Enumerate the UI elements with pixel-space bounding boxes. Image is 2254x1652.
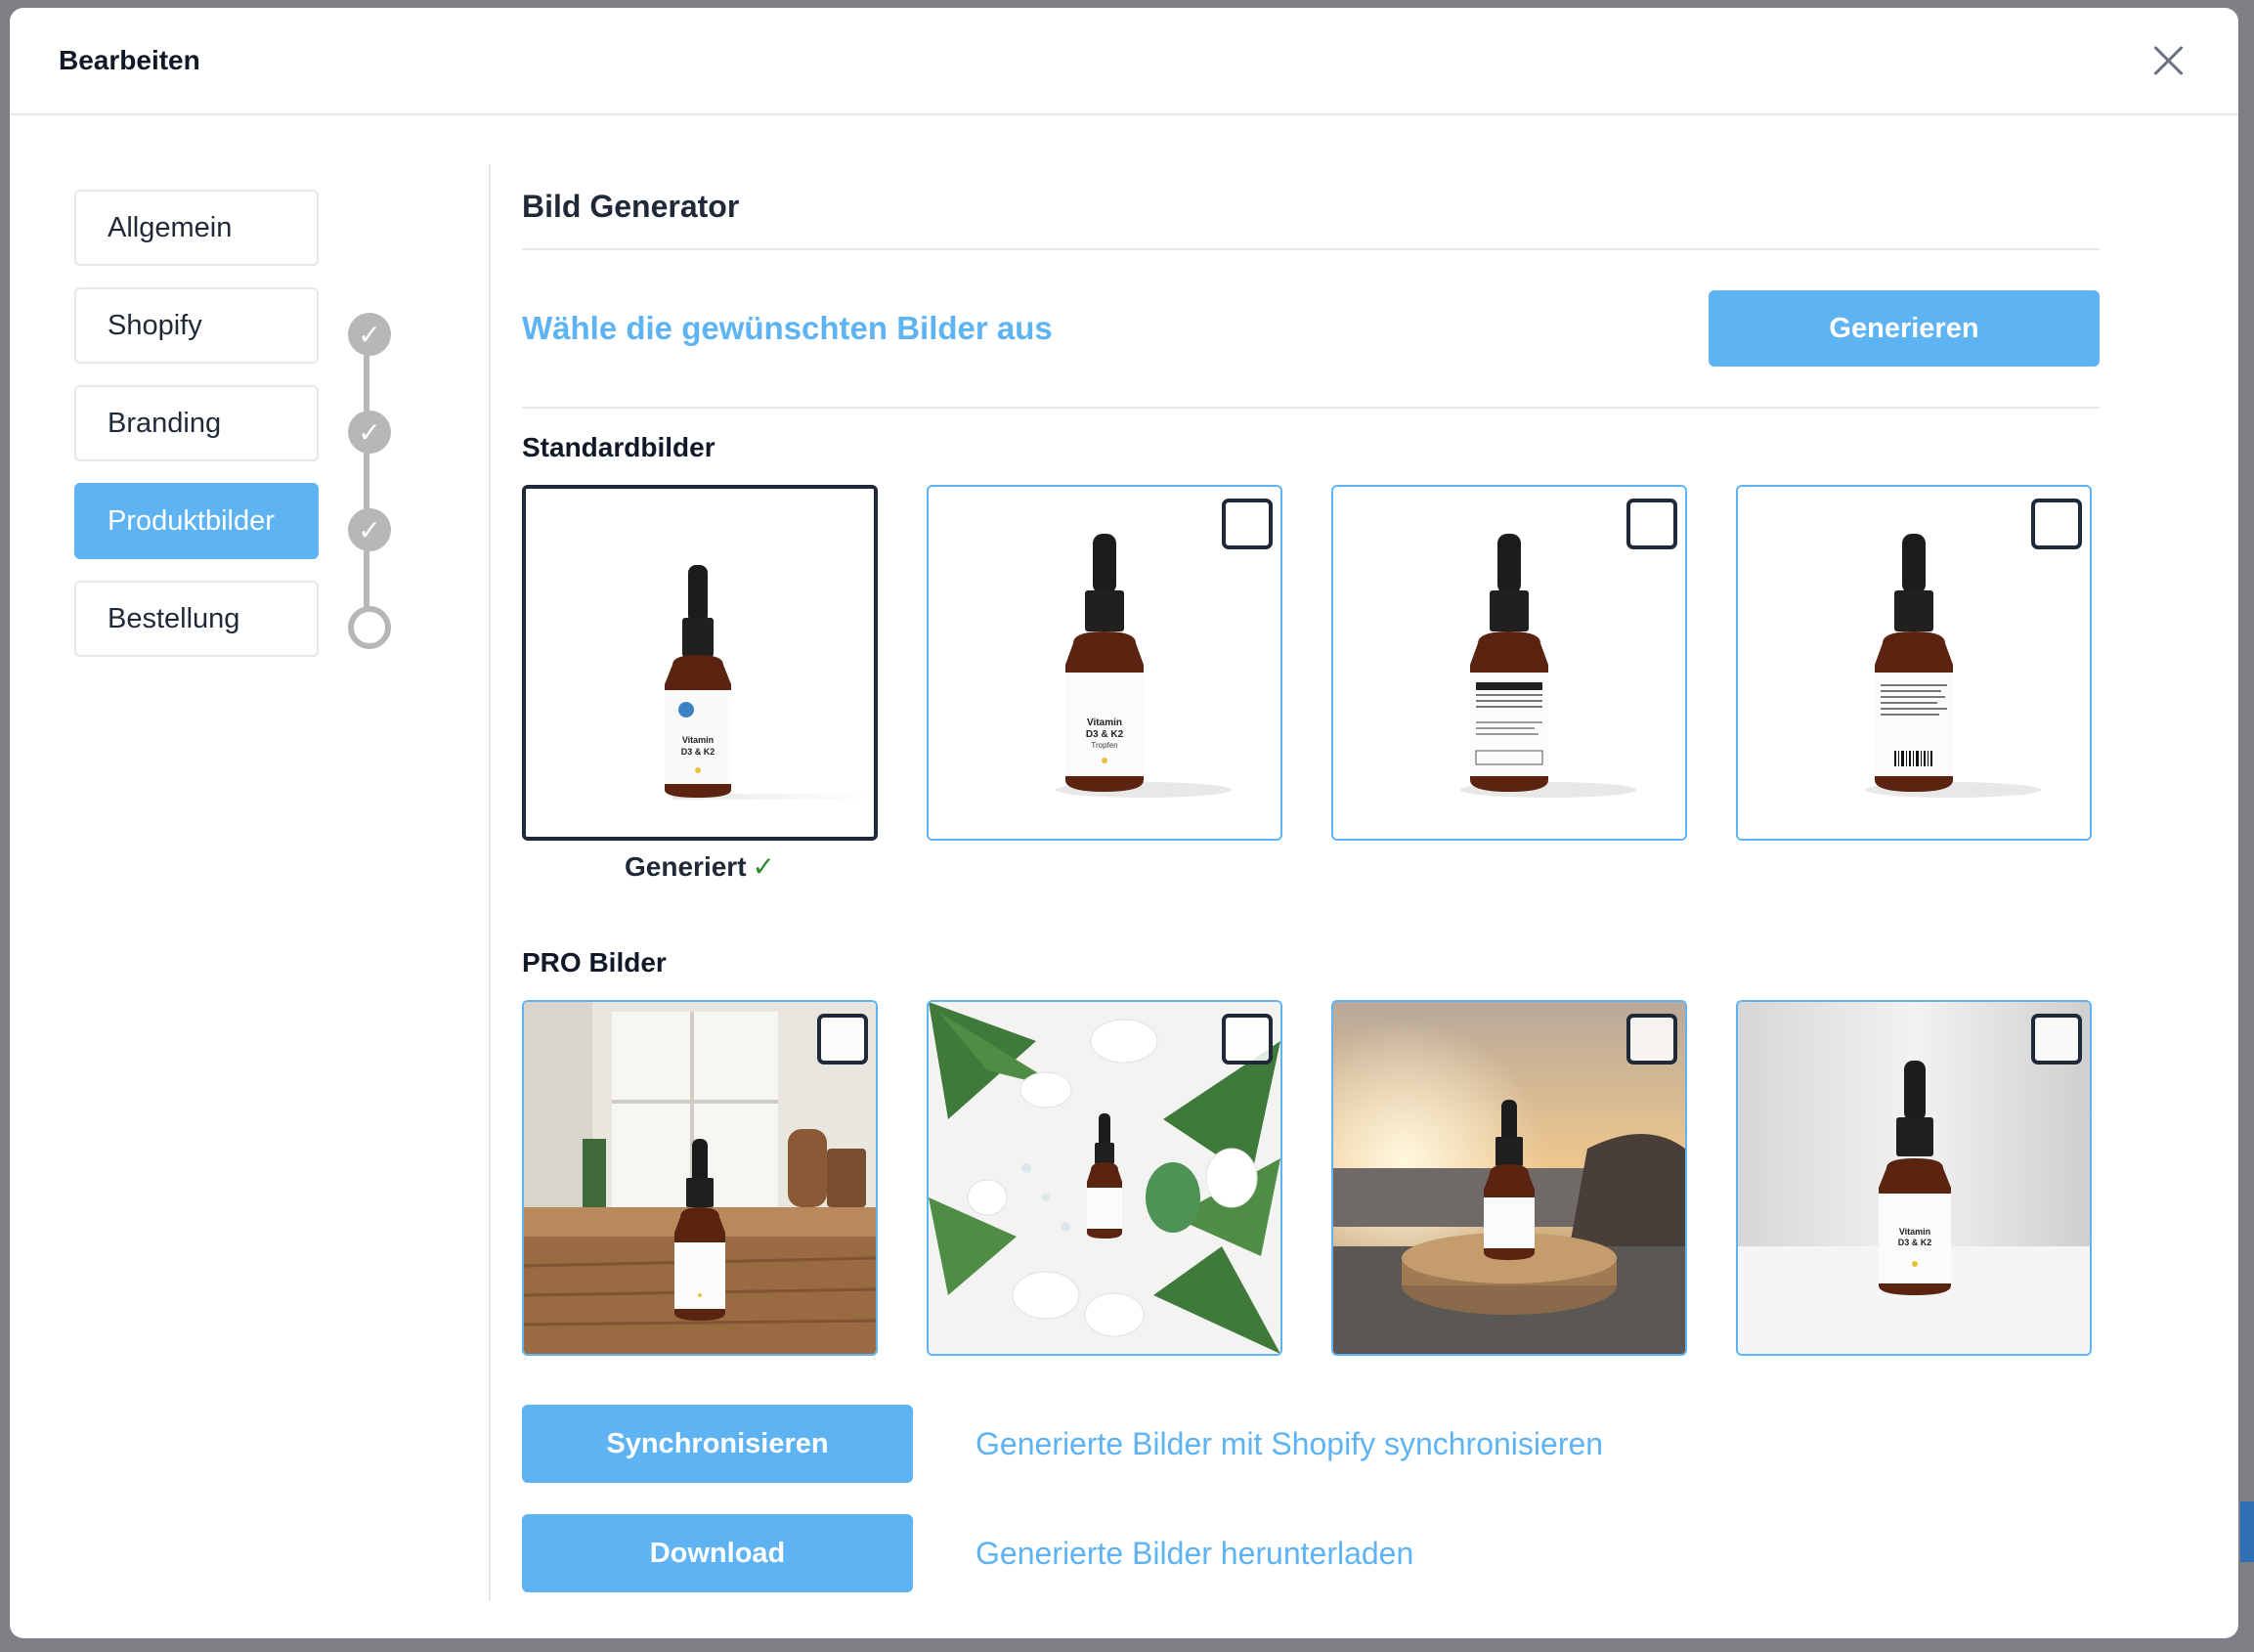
standard-image-nutrition[interactable] bbox=[1331, 485, 1687, 841]
step-produktbilder[interactable]: Produktbilder bbox=[74, 483, 319, 559]
generate-button[interactable]: Generieren bbox=[1709, 290, 2100, 367]
section-title: Bild Generator bbox=[522, 189, 740, 224]
select-checkbox[interactable] bbox=[2031, 499, 2082, 549]
step-allgemein[interactable]: Allgemein bbox=[74, 190, 319, 266]
standard-image-side-front[interactable]: Vitamin D3 & K2 Tropfen bbox=[927, 485, 1282, 841]
checkmark-icon: ✓ bbox=[358, 318, 381, 351]
generated-caption: Generiert ✓ bbox=[522, 850, 878, 883]
select-checkbox[interactable] bbox=[1222, 499, 1273, 549]
pro-image-studio[interactable]: Vitamin D3 & K2 bbox=[1736, 1000, 2092, 1356]
vertical-divider bbox=[489, 164, 491, 1601]
checkmark-icon: ✓ bbox=[358, 415, 381, 449]
select-checkbox[interactable] bbox=[817, 1014, 868, 1065]
modal-header: Bearbeiten bbox=[10, 8, 2238, 115]
sync-row: Synchronisieren Generierte Bilder mit Sh… bbox=[522, 1405, 2100, 1483]
edit-modal: Bearbeiten Allgemein Shopify Branding Pr… bbox=[10, 8, 2238, 1638]
svg-text:Vitamin: Vitamin bbox=[1899, 1227, 1930, 1237]
checkmark-icon: ✓ bbox=[752, 850, 775, 883]
step-branding[interactable]: Branding bbox=[74, 385, 319, 461]
standard-images-title: Standardbilder bbox=[522, 432, 715, 462]
svg-text:D3 & K2: D3 & K2 bbox=[1898, 1238, 1932, 1247]
modal-title: Bearbeiten bbox=[59, 45, 200, 75]
image-generator-panel: Bild Generator Wähle die gewünschten Bil… bbox=[522, 164, 2100, 1592]
step-pending-icon bbox=[348, 606, 391, 649]
stepper-line bbox=[364, 332, 369, 622]
download-row: Download Generierte Bilder herunterladen bbox=[522, 1514, 2100, 1592]
svg-text:Vitamin: Vitamin bbox=[1087, 717, 1122, 728]
standard-images-grid: Vitamin D3 & K2 Generiert ✓ Vitamin D3 &… bbox=[522, 485, 2100, 883]
download-button[interactable]: Download bbox=[522, 1514, 913, 1592]
checkmark-icon: ✓ bbox=[358, 513, 381, 546]
svg-text:D3 & K2: D3 & K2 bbox=[681, 747, 715, 757]
product-bottle-image: Vitamin D3 & K2 bbox=[526, 489, 874, 837]
pro-images-grid: Vitamin D3 & K2 bbox=[522, 1000, 2100, 1356]
step-shopify[interactable]: Shopify bbox=[74, 287, 319, 364]
select-checkbox[interactable] bbox=[1626, 1014, 1677, 1065]
select-checkbox[interactable] bbox=[1222, 1014, 1273, 1065]
sync-button[interactable]: Synchronisieren bbox=[522, 1405, 913, 1483]
sync-description: Generierte Bilder mit Shopify synchronis… bbox=[975, 1425, 1604, 1461]
divider bbox=[522, 407, 2100, 409]
close-icon[interactable] bbox=[2146, 39, 2189, 82]
select-checkbox[interactable] bbox=[1626, 499, 1677, 549]
pro-images-title: PRO Bilder bbox=[522, 947, 667, 978]
download-description: Generierte Bilder herunterladen bbox=[975, 1535, 1414, 1571]
standard-image-back[interactable] bbox=[1736, 485, 2092, 841]
select-checkbox[interactable] bbox=[2031, 1014, 2082, 1065]
svg-text:Tropfen: Tropfen bbox=[1091, 741, 1117, 750]
choose-images-text: Wähle die gewünschten Bilder aus bbox=[522, 310, 1053, 346]
step-done-icon: ✓ bbox=[348, 411, 391, 454]
generate-row: Wähle die gewünschten Bilder aus Generie… bbox=[522, 250, 2100, 407]
pro-image-palm-stones[interactable] bbox=[927, 1000, 1282, 1356]
svg-text:Vitamin: Vitamin bbox=[682, 735, 714, 745]
svg-text:D3 & K2: D3 & K2 bbox=[1086, 729, 1124, 740]
step-done-icon: ✓ bbox=[348, 508, 391, 551]
pro-image-sunset[interactable] bbox=[1331, 1000, 1687, 1356]
standard-image-front[interactable]: Vitamin D3 & K2 bbox=[522, 485, 878, 841]
background-fragment bbox=[2240, 1501, 2254, 1562]
step-done-icon: ✓ bbox=[348, 313, 391, 356]
pro-image-kitchen[interactable] bbox=[522, 1000, 878, 1356]
step-bestellung[interactable]: Bestellung bbox=[74, 581, 319, 657]
generated-label: Generiert bbox=[625, 851, 747, 882]
